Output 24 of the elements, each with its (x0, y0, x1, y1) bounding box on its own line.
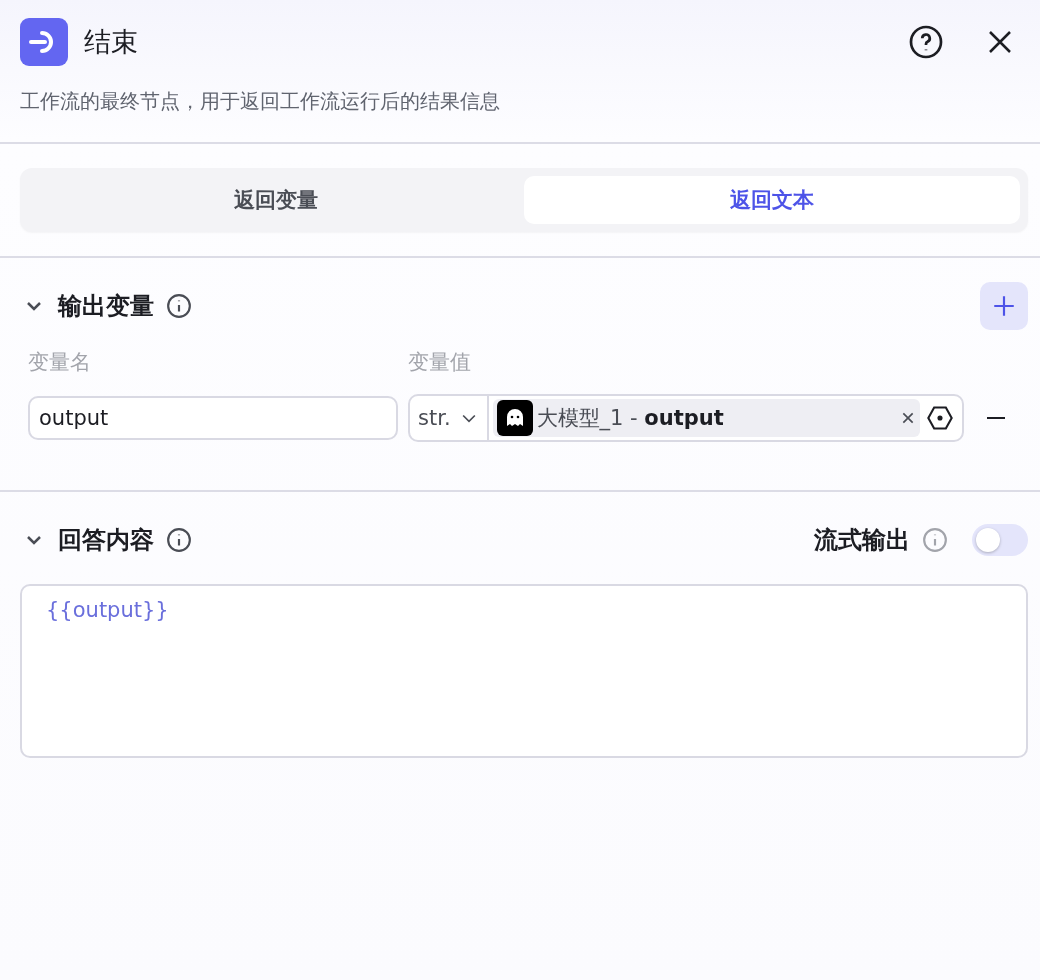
clear-icon[interactable] (900, 410, 916, 426)
streaming-label: 流式输出 (814, 525, 910, 556)
variable-name-field[interactable]: output (28, 396, 398, 440)
node-description: 工作流的最终节点，用于返回工作流运行后的结果信息 (19, 88, 501, 115)
variable-picker-icon[interactable] (926, 404, 954, 432)
ghost-icon (496, 400, 533, 436)
info-icon (922, 527, 948, 553)
variable-value-field[interactable]: str. 大模型_1 - output (408, 394, 964, 442)
section-title: 输出变量 (58, 291, 154, 322)
node-title: 结束 (84, 25, 139, 59)
plus-icon (991, 293, 1017, 319)
type-select[interactable]: str. (410, 396, 489, 440)
tab[interactable]: 返回变量 (28, 176, 524, 224)
end-node-logo-icon (20, 18, 68, 66)
info-icon (166, 293, 192, 319)
reference-text: 大模型_1 - output (536, 405, 725, 432)
section-title: 回答内容 (58, 525, 154, 556)
answer-content-field[interactable]: {{output}} (20, 584, 1028, 758)
column-label: 变量名 (28, 349, 92, 376)
streaming-toggle[interactable] (972, 524, 1028, 556)
add-button[interactable] (980, 282, 1028, 330)
tab[interactable]: 返回文本 (524, 176, 1020, 224)
info-icon (166, 527, 192, 553)
column-label: 变量值 (408, 349, 472, 376)
